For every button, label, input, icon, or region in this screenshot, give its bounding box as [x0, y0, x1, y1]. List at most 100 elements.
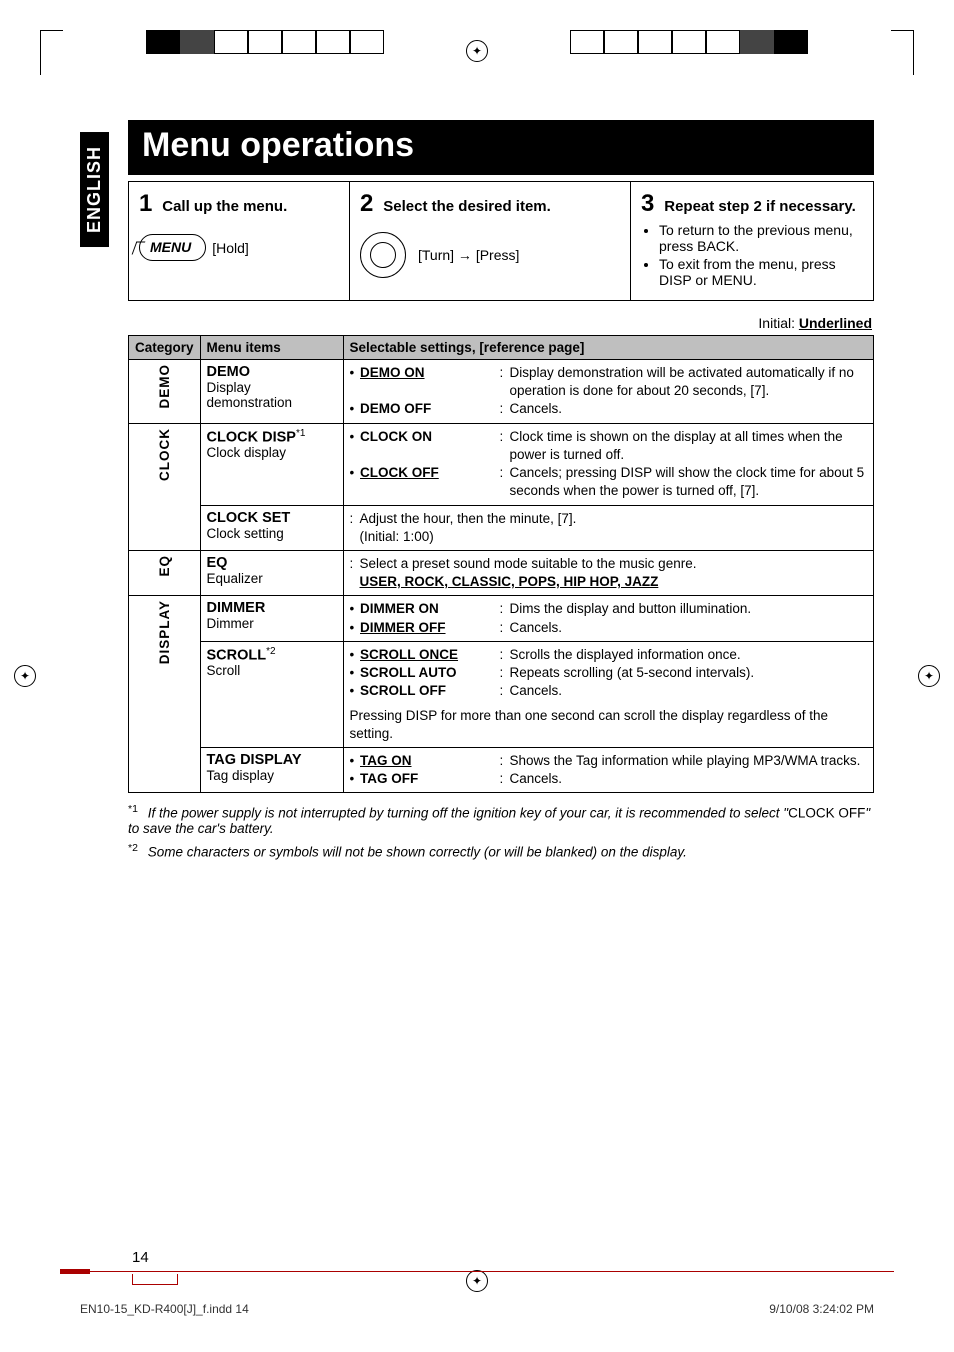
- initial-value: (Initial: 1:00): [360, 528, 867, 546]
- step-3-bullet: To return to the previous menu, press BA…: [659, 222, 863, 254]
- step-3-bullets: To return to the previous menu, press BA…: [641, 222, 863, 288]
- footer-right: 9/10/08 3:24:02 PM: [769, 1302, 874, 1316]
- menu-table: Category Menu items Selectable settings,…: [128, 335, 874, 793]
- registration-mark: [918, 665, 940, 687]
- footnote-ref: *2: [266, 646, 275, 657]
- item-sub: Tag display: [207, 768, 337, 783]
- step-1: 1 Call up the menu. MENU [Hold]: [129, 182, 349, 300]
- opt-desc: Repeats scrolling (at 5-second intervals…: [510, 664, 867, 682]
- footer-left: EN10-15_KD-R400[J]_f.indd 14: [80, 1302, 249, 1316]
- item-title: CLOCK DISP: [207, 429, 296, 445]
- steps-box: 1 Call up the menu. MENU [Hold] 2 Select…: [128, 181, 874, 301]
- item-sub: Scroll: [207, 663, 337, 678]
- opt-desc: Adjust the hour, then the minute, [7].: [360, 510, 867, 528]
- opt-desc: Cancels.: [510, 770, 867, 788]
- initial-note: Initial: Underlined: [128, 315, 872, 331]
- opt: DIMMER ON: [360, 601, 439, 616]
- menu-button-illustration: MENU [Hold]: [139, 234, 249, 261]
- menu-item: SCROLL*2 Scroll: [200, 641, 343, 747]
- item-title: SCROLL: [207, 647, 267, 663]
- registration-mark: [466, 40, 488, 62]
- opt: TAG ON: [360, 753, 412, 768]
- cat-label: DISPLAY: [157, 600, 172, 664]
- step-label: Repeat step 2 if necessary.: [664, 198, 855, 215]
- menu-oval: MENU: [139, 234, 206, 261]
- opt: SCROLL OFF: [360, 683, 446, 698]
- cat-display: DISPLAY: [129, 596, 201, 793]
- opt-desc: Scrolls the displayed information once.: [510, 646, 867, 664]
- th-settings: Selectable settings, [reference page]: [343, 336, 873, 360]
- step-label: Select the desired item.: [383, 198, 551, 215]
- crop-corner: [40, 30, 63, 75]
- fn-mark: *1: [128, 803, 138, 815]
- settings: • TAG ON :Shows the Tag information whil…: [343, 747, 873, 792]
- opt: DIMMER OFF: [360, 620, 446, 635]
- opt-desc: Cancels.: [510, 400, 867, 418]
- page-rule: [60, 1268, 894, 1274]
- item-title: EQ: [207, 555, 337, 571]
- step-number: 2: [360, 190, 373, 217]
- cat-clock: CLOCK: [129, 423, 201, 550]
- th-category: Category: [129, 336, 201, 360]
- opt: CLOCK OFF: [360, 465, 439, 480]
- menu-item: CLOCK DISP*1 Clock display: [200, 423, 343, 505]
- item-title: CLOCK SET: [207, 510, 337, 526]
- footnote-ref: *1: [296, 428, 305, 439]
- page-number: 14: [132, 1249, 149, 1266]
- fn-text: If the power supply is not interrupted b…: [148, 806, 788, 821]
- step-3: 3 Repeat step 2 if necessary. To return …: [630, 182, 873, 300]
- menu-item: DIMMER Dimmer: [200, 596, 343, 641]
- step-label: Call up the menu.: [162, 198, 287, 215]
- settings: • DIMMER ON :Dims the display and button…: [343, 596, 873, 641]
- eq-modes: USER, ROCK, CLASSIC, POPS, HIP HOP, JAZZ: [360, 574, 659, 589]
- opt: CLOCK ON: [360, 429, 432, 444]
- cat-eq: EQ: [129, 550, 201, 595]
- opt-desc: Clock time is shown on the display at al…: [510, 428, 867, 464]
- menu-item: CLOCK SET Clock setting: [200, 505, 343, 550]
- menu-item: TAG DISPLAY Tag display: [200, 747, 343, 792]
- knob-action: [Turn] → [Press]: [418, 247, 519, 263]
- page-title: Menu operations: [128, 120, 874, 175]
- item-sub: Clock setting: [207, 526, 337, 541]
- knob-icon: [360, 232, 406, 278]
- step-3-bullet: To exit from the menu, press DISP or MEN…: [659, 256, 863, 288]
- menu-item: DEMO Display demonstration: [200, 360, 343, 424]
- opt-desc: Display demonstration will be activated …: [510, 364, 867, 400]
- settings: • CLOCK ON :Clock time is shown on the d…: [343, 423, 873, 505]
- item-sub: Equalizer: [207, 571, 337, 586]
- initial-val: Underlined: [799, 315, 872, 331]
- item-sub: Dimmer: [207, 616, 337, 631]
- item-sub: Display demonstration: [207, 380, 337, 410]
- language-tab: ENGLISH: [80, 132, 109, 247]
- cat-demo: DEMO: [129, 360, 201, 424]
- opt: DEMO OFF: [360, 401, 431, 416]
- fn-text: Some characters or symbols will not be s…: [148, 844, 687, 859]
- cat-label: EQ: [157, 555, 172, 577]
- note: Pressing DISP for more than one second c…: [350, 707, 867, 743]
- menu-item: EQ Equalizer: [200, 550, 343, 595]
- cat-label: DEMO: [157, 364, 172, 409]
- opt: DEMO ON: [360, 365, 425, 380]
- crop-bar-right: [570, 30, 808, 66]
- opt-desc: Select a preset sound mode suitable to t…: [360, 555, 867, 573]
- settings: : Adjust the hour, then the minute, [7].…: [343, 505, 873, 550]
- cat-label: CLOCK: [157, 428, 172, 481]
- step-number: 3: [641, 190, 654, 217]
- step-2: 2 Select the desired item. [Turn] → [Pre…: [349, 182, 630, 300]
- opt: SCROLL AUTO: [360, 665, 457, 680]
- registration-mark: [14, 665, 36, 687]
- settings: • SCROLL ONCE :Scrolls the displayed inf…: [343, 641, 873, 747]
- crop-corner: [891, 30, 914, 75]
- opt-desc: Cancels; pressing DISP will show the clo…: [510, 464, 867, 500]
- opt-desc: Cancels.: [510, 682, 867, 700]
- item-title: DIMMER: [207, 600, 337, 616]
- item-sub: Clock display: [207, 445, 337, 460]
- opt: SCROLL ONCE: [360, 647, 458, 662]
- opt: TAG OFF: [360, 771, 418, 786]
- initial-pre: Initial:: [758, 315, 798, 331]
- settings: : Select a preset sound mode suitable to…: [343, 550, 873, 595]
- hold-label: [Hold]: [212, 240, 249, 256]
- fn-text: CLOCK OFF: [788, 806, 865, 821]
- step-number: 1: [139, 190, 152, 217]
- item-title: DEMO: [207, 364, 337, 380]
